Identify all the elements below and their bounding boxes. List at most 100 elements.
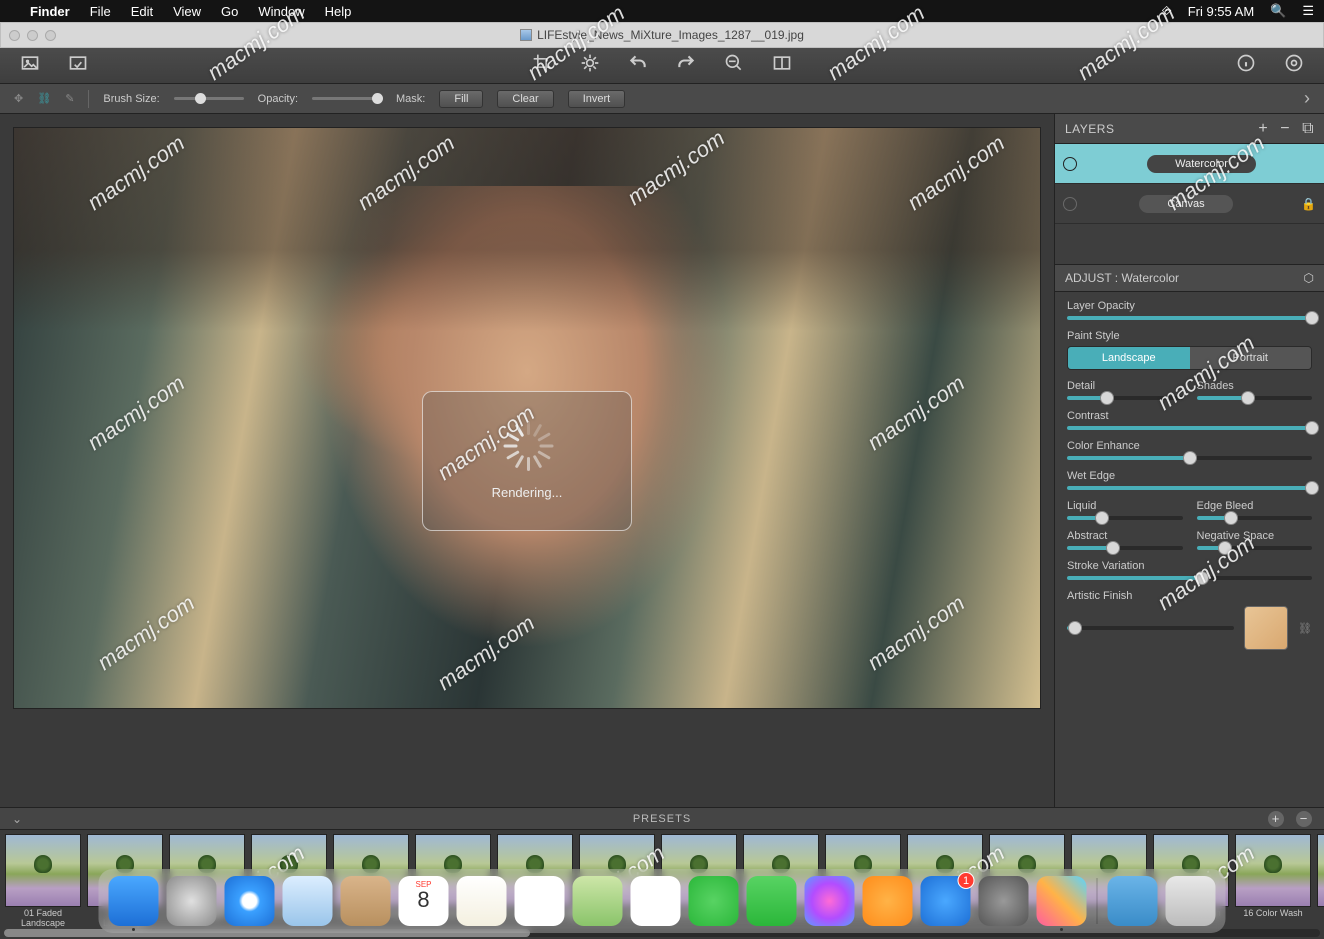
detail-slider[interactable] [1067, 396, 1183, 400]
shades-slider[interactable] [1197, 396, 1313, 400]
dock-trash-icon[interactable] [1166, 876, 1216, 926]
dock-safari-icon[interactable] [225, 876, 275, 926]
add-layer-icon[interactable]: + [1258, 120, 1268, 138]
layer-opacity-slider[interactable] [1067, 316, 1312, 320]
menuextra-icon[interactable]: ⟐ [1161, 3, 1171, 19]
mask-invert-button[interactable]: Invert [568, 90, 626, 108]
opacity-label: Opacity: [258, 93, 298, 105]
dock-calendar-icon[interactable]: SEP8 [399, 876, 449, 926]
menubar-app[interactable]: Finder [30, 4, 70, 19]
move-tool-icon[interactable]: ✥ [14, 92, 23, 105]
segment-portrait[interactable]: Portrait [1190, 347, 1312, 369]
dock-ibooks-icon[interactable] [863, 876, 913, 926]
finish-link-icon[interactable]: ⛓ [1298, 622, 1312, 635]
undo-icon[interactable] [628, 53, 648, 78]
dock-jixipix-icon[interactable] [1037, 876, 1087, 926]
document-icon [520, 29, 532, 41]
save-image-icon[interactable] [68, 53, 88, 78]
badge: 1 [958, 872, 975, 889]
menu-edit[interactable]: Edit [131, 4, 153, 19]
dock-mail-icon[interactable] [283, 876, 333, 926]
paint-style-segment[interactable]: Landscape Portrait [1067, 346, 1312, 370]
lock-icon: 🔒 [1301, 197, 1316, 211]
dock-launchpad-icon[interactable] [167, 876, 217, 926]
preset-thumb [1317, 834, 1324, 907]
menubar-clock[interactable]: Fri 9:55 AM [1188, 4, 1254, 19]
layer-row-watercolor[interactable]: Watercolor [1055, 144, 1324, 184]
info-icon[interactable] [1236, 53, 1256, 78]
stroke-variation-slider[interactable] [1067, 576, 1312, 580]
preset-thumb [5, 834, 81, 907]
remove-layer-icon[interactable]: − [1280, 120, 1290, 138]
mask-fill-button[interactable]: Fill [439, 90, 483, 108]
dock-preferences-icon[interactable] [979, 876, 1029, 926]
macos-dock: SEP8 1 [99, 869, 1226, 933]
artistic-finish-label: Artistic Finish [1067, 590, 1312, 602]
color-enhance-slider[interactable] [1067, 456, 1312, 460]
detail-label: Detail [1067, 380, 1183, 392]
spinner-icon [502, 421, 552, 471]
notification-center-icon[interactable]: ☰ [1302, 3, 1314, 19]
layer-row-canvas[interactable]: Canvas 🔒 [1055, 184, 1324, 224]
layer-name: Watercolor [1147, 155, 1256, 173]
open-image-icon[interactable] [20, 53, 40, 78]
dock-facetime-icon[interactable] [747, 876, 797, 926]
window-title: LIFEstyle_News_MiXture_Images_1287__019.… [537, 28, 804, 42]
menu-view[interactable]: View [173, 4, 201, 19]
preset-item[interactable]: 16 Color Wash [1234, 834, 1312, 929]
duplicate-layer-icon[interactable]: ⧉ [1302, 120, 1314, 138]
adjust-body: Layer Opacity Paint Style Landscape Port… [1055, 292, 1324, 807]
redo-icon[interactable] [676, 53, 696, 78]
wet-edge-slider[interactable] [1067, 486, 1312, 490]
finish-swatch[interactable] [1244, 606, 1288, 650]
dock-appstore-icon[interactable]: 1 [921, 876, 971, 926]
abstract-slider[interactable] [1067, 546, 1183, 550]
liquid-slider[interactable] [1067, 516, 1183, 520]
contrast-label: Contrast [1067, 410, 1312, 422]
dock-photos-icon[interactable] [631, 876, 681, 926]
layers-title: LAYERS [1065, 122, 1114, 136]
canvas-area[interactable]: Rendering... [0, 114, 1054, 807]
dock-maps-icon[interactable] [573, 876, 623, 926]
dock-downloads-icon[interactable] [1108, 876, 1158, 926]
settings-icon[interactable] [1284, 53, 1304, 78]
preset-remove-icon[interactable]: − [1296, 811, 1312, 827]
spotlight-icon[interactable]: 🔍 [1270, 3, 1286, 19]
zoom-out-icon[interactable] [724, 53, 744, 78]
artistic-finish-slider[interactable] [1067, 626, 1234, 630]
segment-landscape[interactable]: Landscape [1068, 347, 1190, 369]
dock-notes-icon[interactable] [457, 876, 507, 926]
preset-item[interactable]: 01 Faded Landscape [4, 834, 82, 929]
traffic-lights[interactable] [9, 30, 56, 41]
menu-help[interactable]: Help [325, 4, 352, 19]
visibility-toggle-icon[interactable] [1063, 157, 1077, 171]
adjust-icon[interactable] [580, 53, 600, 78]
contrast-slider[interactable] [1067, 426, 1312, 430]
dock-finder-icon[interactable] [109, 876, 159, 926]
edge-bleed-slider[interactable] [1197, 516, 1313, 520]
preset-item[interactable]: 17 [1316, 834, 1324, 929]
menu-go[interactable]: Go [221, 4, 238, 19]
visibility-toggle-icon[interactable] [1063, 197, 1077, 211]
link-tool-icon[interactable]: ⛓ [37, 92, 51, 105]
menu-file[interactable]: File [90, 4, 111, 19]
rendering-label: Rendering... [492, 485, 563, 500]
randomize-icon[interactable]: ⬡ [1304, 271, 1314, 285]
brush-tool-icon[interactable]: ✎ [65, 92, 74, 105]
presets-collapse-icon[interactable]: ⌄ [12, 812, 23, 826]
negative-space-slider[interactable] [1197, 546, 1313, 550]
layers-header: LAYERS + − ⧉ [1055, 114, 1324, 144]
dock-itunes-icon[interactable] [805, 876, 855, 926]
dock-reminders-icon[interactable] [515, 876, 565, 926]
dock-contacts-icon[interactable] [341, 876, 391, 926]
brush-size-slider[interactable] [174, 97, 244, 100]
crop-icon[interactable] [532, 53, 552, 78]
mask-clear-button[interactable]: Clear [497, 90, 553, 108]
opacity-slider[interactable] [312, 97, 382, 100]
preset-label: 16 Color Wash [1243, 909, 1302, 929]
collapse-panel-icon[interactable]: › [1304, 88, 1310, 109]
dock-messages-icon[interactable] [689, 876, 739, 926]
preset-add-icon[interactable]: + [1268, 811, 1284, 827]
compare-icon[interactable] [772, 53, 792, 78]
menu-window[interactable]: Window [258, 4, 304, 19]
